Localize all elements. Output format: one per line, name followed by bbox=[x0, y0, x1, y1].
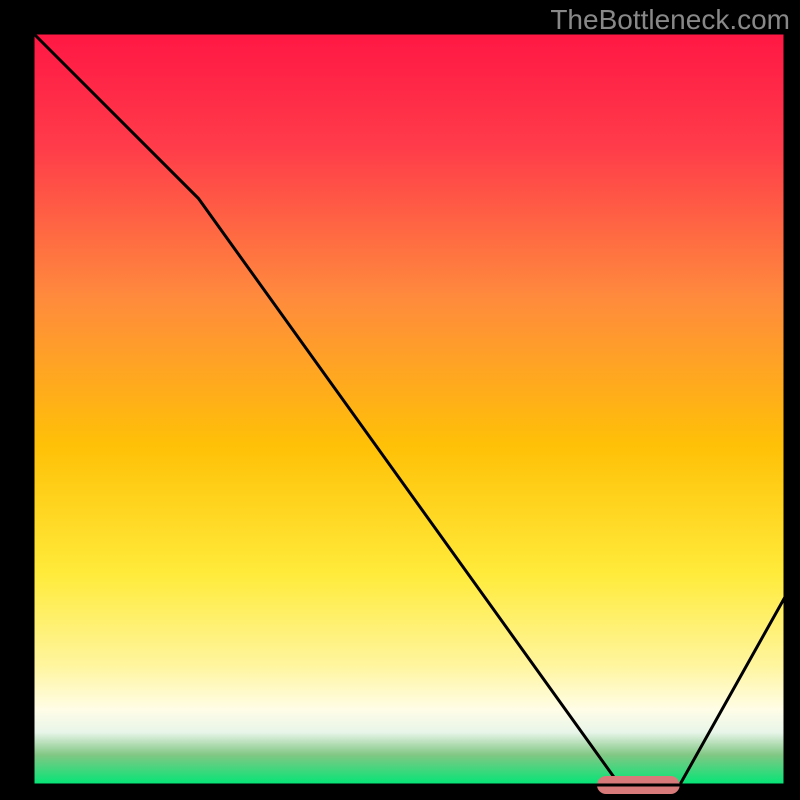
watermark-text: TheBottleneck.com bbox=[550, 4, 790, 36]
chart-plot bbox=[0, 0, 800, 800]
chart-container: TheBottleneck.com bbox=[0, 0, 800, 800]
